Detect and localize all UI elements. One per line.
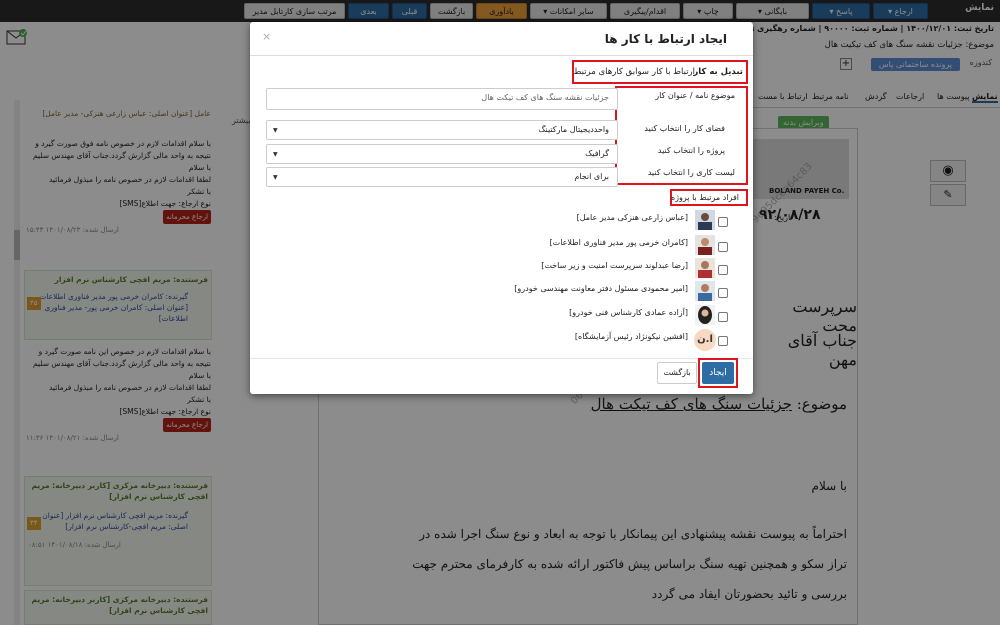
avatar	[695, 281, 715, 301]
create-button[interactable]: ایجاد	[702, 362, 734, 384]
person-name: [عباس زارعی هنزکی مدیر عامل]	[576, 213, 688, 222]
person-name: [رضا عبدلوند سرپرست امنیت و زیر ساخت]	[541, 261, 688, 270]
back-button[interactable]: بازگشت	[657, 362, 697, 384]
avatar	[695, 305, 715, 325]
avatar: ا.ن	[694, 329, 716, 351]
checkbox[interactable]	[718, 288, 728, 298]
avatar	[695, 258, 715, 278]
create-task-link-dialog: × ایجاد ارتباط با کار ها تبدیل به کار ار…	[250, 22, 753, 394]
avatar	[695, 235, 715, 255]
avatar	[695, 210, 715, 230]
checkbox[interactable]	[718, 336, 728, 346]
person-name: [کامران خرمی پور مدیر فناوری اطلاعات]	[549, 238, 688, 247]
person-name: [افشین نیکونژاد رئیس آزمایشگاه]	[574, 332, 688, 341]
person-name: [آزاده عمادی کارشناس فنی خودرو]	[569, 308, 688, 317]
checkbox[interactable]	[718, 242, 728, 252]
checkbox[interactable]	[718, 217, 728, 227]
people-list: [عباس زارعی هنزکی مدیر عامل] [کامران خرم…	[250, 22, 753, 394]
person-name: [امیر محمودی مسئول دفتر معاونت مهندسی خو…	[514, 284, 688, 293]
checkbox[interactable]	[718, 312, 728, 322]
checkbox[interactable]	[718, 265, 728, 275]
